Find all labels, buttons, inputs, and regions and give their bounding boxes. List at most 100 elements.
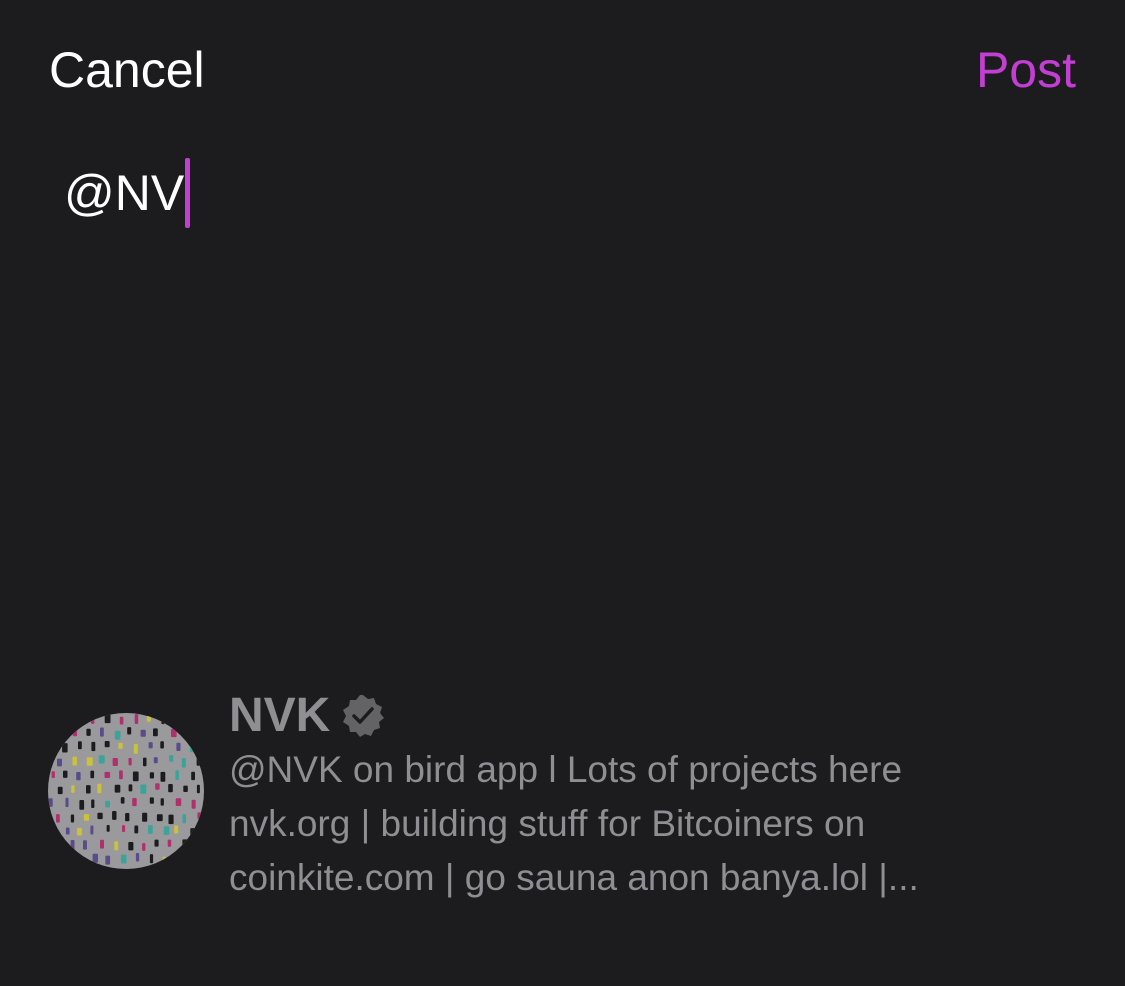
avatar-pattern-dash [181,730,188,738]
avatar-pattern-dash [90,715,95,724]
avatar-pattern-dash [104,741,110,748]
post-button[interactable]: Post [976,40,1076,100]
avatar-pattern-dash [175,798,182,806]
avatar-pattern-dash [195,729,201,739]
avatar-pattern-dash [72,728,78,737]
avatar-pattern-dash [189,855,195,862]
avatar-pattern-dash [114,841,119,851]
suggestion-display-name: NVK [229,689,331,742]
avatar-pattern-dash [160,741,164,749]
avatar-pattern-dash [64,855,68,866]
avatar-pattern-dash [156,814,163,822]
avatar-pattern-dash [90,770,95,779]
avatar-pattern-dash [56,814,60,823]
avatar-pattern-dash [182,839,188,847]
avatar-pattern-dash [78,741,82,750]
avatar-pattern-dash [100,839,104,849]
avatar-pattern-dash [140,729,146,737]
avatar-pattern-dash [167,839,172,847]
avatar-pattern-dash [195,839,201,847]
avatar-pattern-dash [70,840,75,850]
mention-suggestion-item[interactable]: NVK @NVK on bird app l Lots of projects … [0,680,1125,910]
avatar-pattern-dash [197,812,203,819]
avatar-pattern-dash [122,825,126,832]
avatar [48,713,204,869]
avatar-pattern-dash [57,786,63,795]
avatar-pattern-dash [91,799,95,808]
avatar-pattern-dash [50,715,54,723]
avatar-pattern-dash [64,713,70,722]
avatar-pattern-dash [70,814,75,823]
bio-line-3: coinkite.com | go sauna anon banya.lol |… [229,857,919,898]
avatar-pattern-dash [119,770,123,780]
avatar-pattern-image [48,713,203,866]
avatar-pattern-dash [65,827,70,835]
avatar-pattern-dash [175,770,179,780]
avatar-pattern-dash [112,758,118,766]
avatar-pattern-dash [48,798,53,807]
avatar-pattern-dash [83,814,89,821]
avatar-pattern-dash [196,758,201,766]
suggestion-name-row: NVK [229,686,386,746]
avatar-pattern-dash [160,798,164,806]
avatar-pattern-dash [105,800,110,808]
avatar-pattern-dash [104,771,111,778]
avatar-pattern-dash [114,730,121,740]
avatar-pattern-dash [97,812,103,820]
avatar-pattern-dash [92,853,98,863]
avatar-pattern-dash [190,742,194,753]
avatar-pattern-dash [83,840,87,850]
avatar-pattern-dash [49,825,55,833]
compose-header: Cancel Post [0,0,1125,140]
cancel-button[interactable]: Cancel [49,40,205,100]
avatar-pattern-dash [72,756,77,766]
avatar-pattern-dash [128,842,134,851]
avatar-pattern-dash [191,799,196,809]
avatar-pattern-dash [62,743,68,753]
avatar-pattern-dash [177,714,182,724]
avatar-pattern-dash [143,757,147,767]
avatar-pattern-dash [160,771,166,782]
avatar-pattern-dash [155,783,160,790]
avatar-pattern-dash [142,843,146,851]
suggestion-bio: @NVK on bird app l Lots of projects here… [229,743,1089,905]
avatar-pattern-dash [149,854,154,864]
avatar-pattern-dash [169,755,174,762]
avatar-pattern-dash [134,714,139,724]
avatar-pattern-dash [57,758,62,767]
avatar-pattern-dash [148,825,153,834]
avatar-pattern-dash [48,744,53,751]
avatar-pattern-dash [105,855,111,865]
avatar-pattern-dash [148,742,153,749]
avatar-pattern-dash [86,728,91,736]
text-cursor [185,158,191,228]
avatar-pattern-dash [86,757,93,766]
bio-line-1: @NVK on bird app l Lots of projects here [229,749,903,790]
avatar-pattern-dash [176,742,181,751]
avatar-pattern-dash [55,841,60,851]
avatar-pattern-dash [91,741,96,752]
bio-line-2: nvk.org | building stuff for Bitcoiners … [229,803,866,844]
avatar-pattern-dash [132,798,137,807]
avatar-pattern-dash [128,784,133,792]
avatar-pattern-dash [120,854,127,864]
avatar-pattern-dash [128,757,132,766]
avatar-pattern-dash [149,772,154,779]
avatar-pattern-dash [55,727,60,736]
avatar-pattern-dash [196,784,200,794]
avatar-pattern-dash [149,797,154,804]
avatar-pattern-dash [190,828,197,838]
avatar-pattern-dash [76,772,81,781]
avatar-pattern-dash [132,771,139,782]
avatar-pattern-dash [181,758,186,768]
avatar-pattern-dash [191,715,195,723]
avatar-pattern-dash [100,727,104,737]
avatar-pattern-dash [182,814,186,824]
post-text-content: @NV [64,165,185,221]
avatar-pattern-dash [51,771,55,778]
avatar-pattern-dash [79,800,85,810]
avatar-pattern-dash [118,742,123,749]
avatar-pattern-dash [120,797,125,804]
post-text-input[interactable]: @NV [64,155,1064,235]
avatar-pattern-dash [134,825,139,834]
